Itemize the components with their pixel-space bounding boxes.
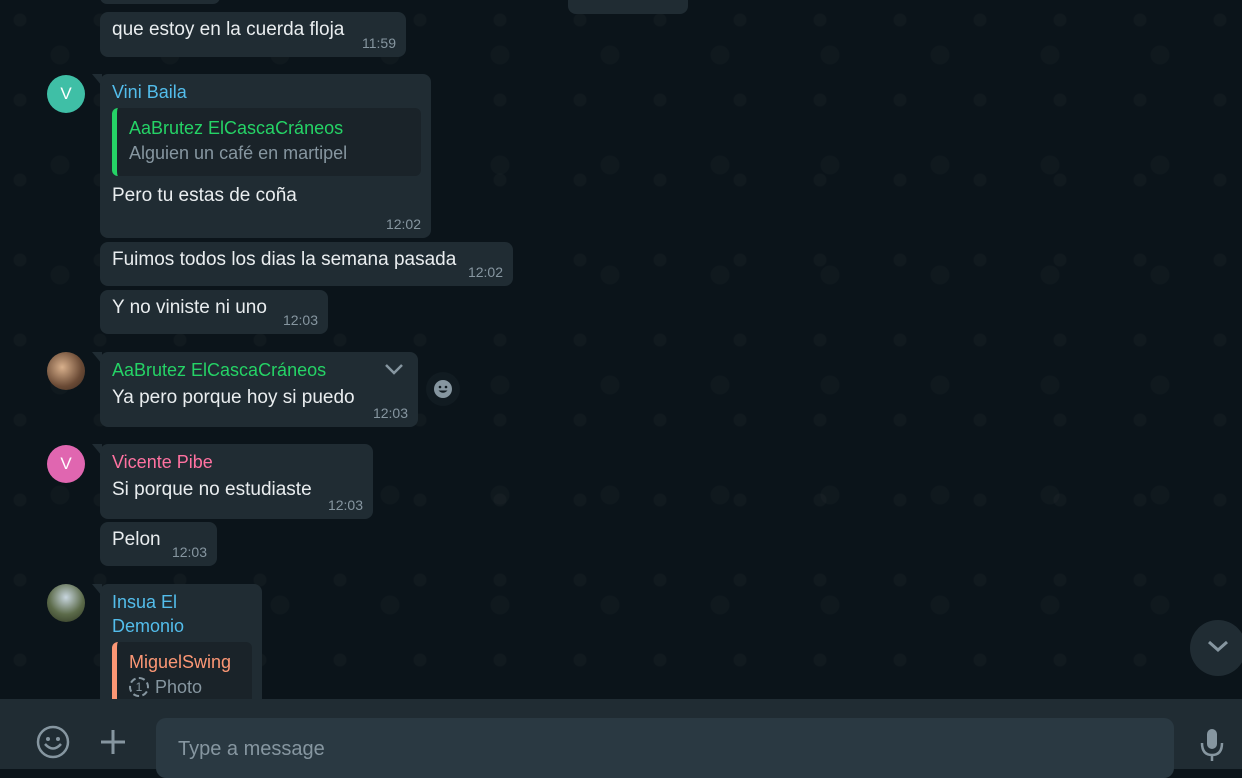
message-time: 12:03 (171, 544, 207, 560)
message-text: Ya pero porque hoy si puedo (112, 387, 355, 408)
quoted-photo: 1 Photo (129, 674, 240, 699)
scroll-to-bottom-button[interactable] (1190, 620, 1242, 676)
message-text: que estoy en la cuerda floja (112, 19, 345, 40)
view-once-icon: 1 (129, 677, 149, 697)
message-text: Pero tu estas de coña (112, 185, 297, 206)
message-bubble[interactable]: AaBrutez ElCascaCráneos Ya pero porque h… (92, 352, 418, 427)
message-input[interactable]: Type a message (156, 718, 1174, 778)
plus-icon (99, 728, 127, 761)
message-bubble[interactable]: Y no viniste ni uno 12:03 (100, 290, 328, 334)
chat-panel: que estoy en la cuerda floja 11:59 V Vin… (0, 0, 1242, 699)
avatar-letter: V (60, 454, 72, 473)
message-bubble[interactable]: Fuimos todos los dias la semana pasada 1… (100, 242, 513, 286)
avatar[interactable] (47, 584, 85, 622)
message-time: 12:03 (327, 497, 363, 513)
message-time: 11:59 (362, 35, 396, 51)
quoted-text: Photo (155, 677, 203, 697)
sender-name[interactable]: Vini Baila (112, 80, 421, 104)
avatar[interactable] (47, 352, 85, 390)
quoted-sender-name: AaBrutez ElCascaCráneos (129, 118, 344, 138)
microphone-icon (1199, 727, 1225, 768)
quoted-message[interactable]: MiguelSwing 1 Photo (112, 642, 252, 699)
message-bubble[interactable]: que estoy en la cuerda floja 11:59 (100, 12, 406, 57)
message-time: 12:02 (467, 264, 503, 280)
message-bubble-partial (100, 0, 220, 4)
message-input-placeholder: Type a message (178, 738, 325, 760)
avatar[interactable]: V (47, 75, 85, 113)
message-bubble[interactable]: Pelon 12:03 (100, 522, 217, 566)
message-bubble[interactable]: Vicente Pibe Si porque no estudiaste 12:… (92, 444, 373, 519)
message-bubble[interactable]: Vini Baila AaBrutez ElCascaCráneos Algui… (92, 74, 431, 238)
avatar-letter: V (60, 84, 72, 103)
sender-name[interactable]: AaBrutez ElCascaCráneos (112, 358, 408, 382)
composer-bar: Type a message (0, 699, 1242, 778)
voice-message-button[interactable] (1196, 727, 1228, 767)
chevron-down-icon (1206, 639, 1230, 658)
message-text: Si porque no estudiaste (112, 479, 312, 500)
smiley-reaction-icon[interactable] (426, 372, 460, 406)
message-time: 12:02 (385, 216, 421, 232)
message-time: 12:03 (372, 405, 408, 421)
message-time: 12:03 (282, 312, 318, 328)
sender-name[interactable]: Insua El Demonio (112, 590, 252, 638)
message-text: Fuimos todos los dias la semana pasada (112, 249, 457, 270)
avatar[interactable]: V (47, 445, 85, 483)
quoted-sender-name: MiguelSwing (129, 652, 232, 672)
quoted-message[interactable]: AaBrutez ElCascaCráneos Alguien un café … (112, 108, 421, 176)
message-bubble-partial (568, 0, 688, 14)
message-bubble[interactable]: Insua El Demonio MiguelSwing 1 Photo (92, 584, 262, 699)
chevron-down-icon[interactable] (384, 362, 404, 380)
attach-button[interactable] (96, 727, 130, 761)
emoji-button[interactable] (34, 725, 72, 763)
sender-name[interactable]: Vicente Pibe (112, 450, 363, 474)
quoted-text: Alguien un café en martipel (129, 143, 348, 163)
emoji-icon (36, 725, 70, 764)
